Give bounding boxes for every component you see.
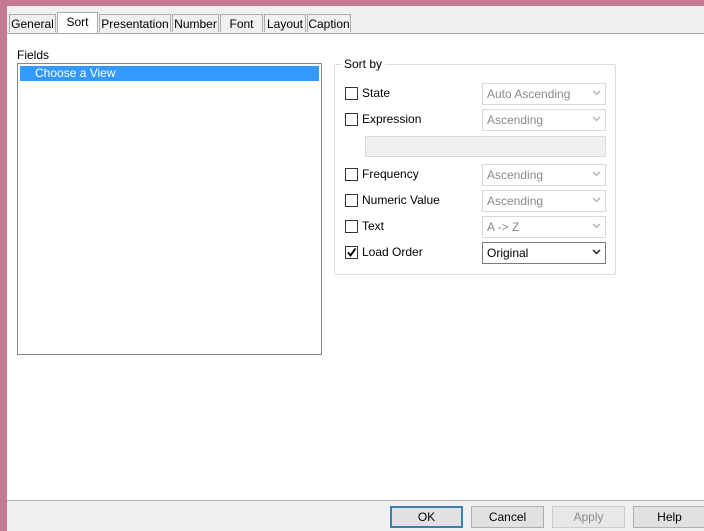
text-label: Text xyxy=(362,219,385,233)
state-order-select[interactable]: Auto Ascending xyxy=(482,83,606,105)
text-order-select[interactable]: A -> Z xyxy=(482,216,606,238)
tab-strip: General Sort Presentation Number Font La… xyxy=(7,12,704,34)
state-label: State xyxy=(362,86,391,100)
frequency-order-select[interactable]: Ascending xyxy=(482,164,606,186)
chevron-down-icon xyxy=(592,90,601,96)
ok-button[interactable]: OK xyxy=(390,506,463,528)
tab-sort[interactable]: Sort xyxy=(57,12,98,33)
cancel-button[interactable]: Cancel xyxy=(471,506,544,528)
text-order-value: A -> Z xyxy=(487,220,520,234)
checkmark-icon xyxy=(347,247,357,257)
tab-number[interactable]: Number xyxy=(172,14,219,32)
fields-listbox[interactable]: Choose a View xyxy=(17,63,322,355)
numeric-value-label: Numeric Value xyxy=(362,193,440,207)
frequency-label: Frequency xyxy=(362,167,419,181)
tab-layout[interactable]: Layout xyxy=(264,14,306,32)
expression-input[interactable] xyxy=(365,136,606,157)
window-frame-left xyxy=(0,6,7,531)
chevron-down-icon xyxy=(592,171,601,177)
load-order-value: Original xyxy=(487,246,529,260)
expression-order-select[interactable]: Ascending xyxy=(482,109,606,131)
tab-general[interactable]: General xyxy=(9,14,56,32)
load-order-select[interactable]: Original xyxy=(482,242,606,264)
tab-caption[interactable]: Caption xyxy=(307,14,351,32)
sort-tab-page: Fields Choose a View Sort by State Auto … xyxy=(7,33,704,501)
numeric-value-order-select[interactable]: Ascending xyxy=(482,190,606,212)
sort-by-title: Sort by xyxy=(341,57,386,71)
chevron-down-icon xyxy=(592,197,601,203)
numeric-value-checkbox[interactable] xyxy=(345,194,358,207)
numeric-value-order-value: Ascending xyxy=(487,194,544,208)
state-checkbox[interactable] xyxy=(345,87,358,100)
tab-font[interactable]: Font xyxy=(220,14,263,32)
state-order-value: Auto Ascending xyxy=(487,87,571,101)
fields-label: Fields xyxy=(17,48,50,62)
chevron-down-icon xyxy=(592,223,601,229)
expression-checkbox[interactable] xyxy=(345,113,358,126)
frequency-checkbox[interactable] xyxy=(345,168,358,181)
expression-order-value: Ascending xyxy=(487,113,544,127)
load-order-label: Load Order xyxy=(362,245,423,259)
chevron-down-icon xyxy=(592,249,601,255)
tab-presentation[interactable]: Presentation xyxy=(99,14,171,32)
dialog-body: General Sort Presentation Number Font La… xyxy=(7,6,704,531)
sheet-object-properties-dialog: General Sort Presentation Number Font La… xyxy=(0,0,704,531)
apply-button[interactable]: Apply xyxy=(552,506,625,528)
fields-list-item[interactable]: Choose a View xyxy=(20,66,319,81)
help-button[interactable]: Help xyxy=(633,506,704,528)
expression-label: Expression xyxy=(362,112,422,126)
chevron-down-icon xyxy=(592,116,601,122)
text-checkbox[interactable] xyxy=(345,220,358,233)
load-order-checkbox[interactable] xyxy=(345,246,358,259)
frequency-order-value: Ascending xyxy=(487,168,544,182)
